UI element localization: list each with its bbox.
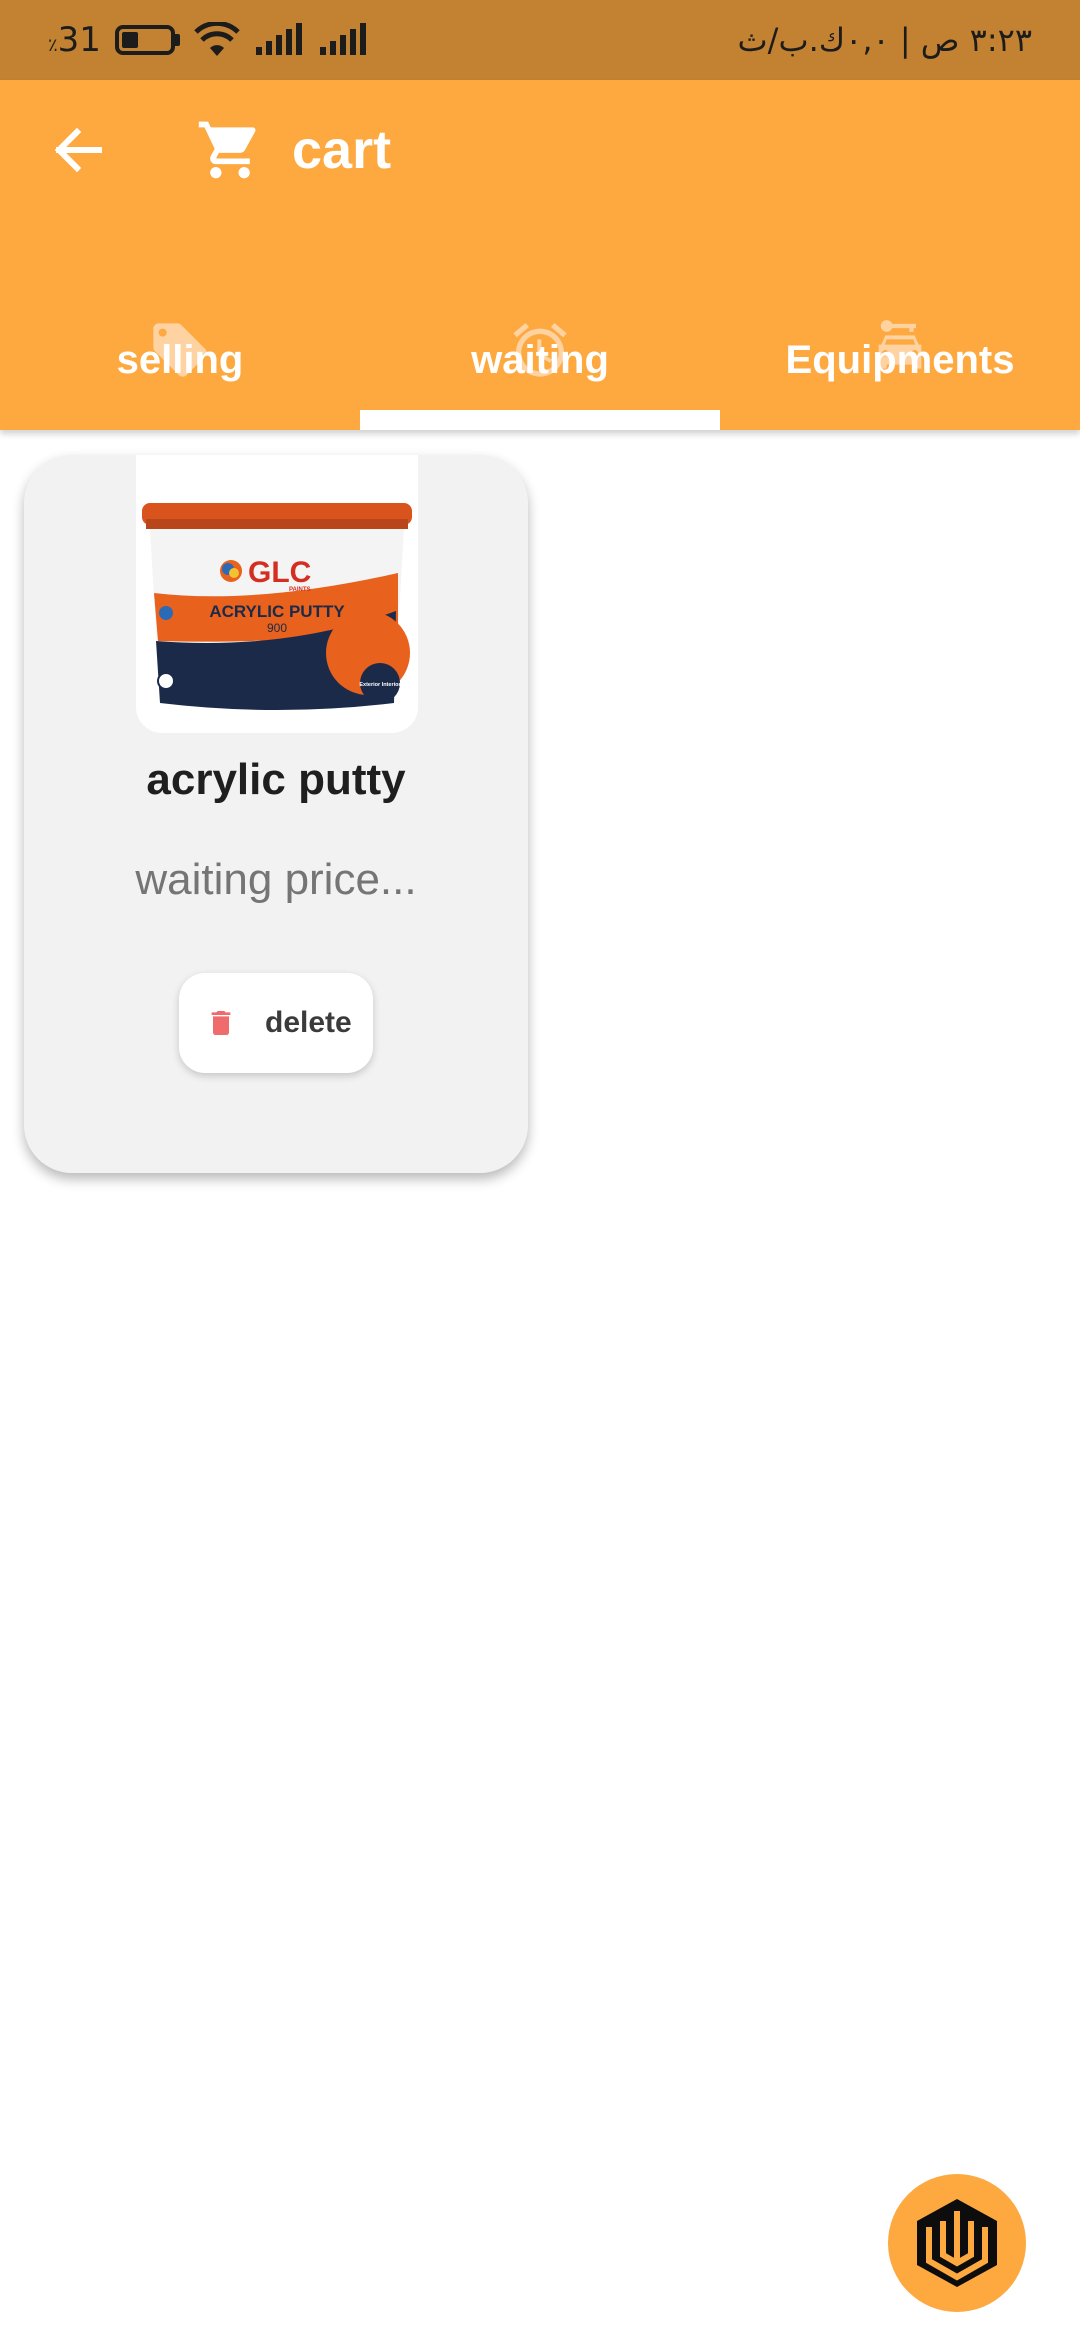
delete-label: delete (265, 1006, 352, 1039)
battery-icon (114, 25, 180, 55)
arrow-left-icon (54, 128, 102, 172)
tab-waiting-label: waiting (471, 338, 609, 382)
page-title: cart (292, 120, 392, 180)
battery-percent: ٪31 (48, 20, 101, 60)
delete-button[interactable]: delete (179, 973, 373, 1073)
cart-icon (198, 121, 256, 179)
signal-icon (255, 23, 302, 55)
status-left: ٪31 (48, 20, 368, 60)
tab-equipments[interactable]: Equipments (720, 220, 1080, 430)
status-bar: ٪31 ٣:٢٣ ص | ٠,٠ك.ب/ث (0, 0, 1080, 80)
image-code-text: 900 (267, 621, 287, 635)
tab-indicator (360, 410, 720, 430)
image-brand-text: GLC (248, 556, 311, 589)
signal-icon-2 (319, 23, 366, 55)
product-image: Exterior Interior GLC PAINTS ACRYLIC PUT… (136, 455, 418, 733)
tab-selling[interactable]: selling (0, 220, 360, 430)
tab-waiting[interactable]: waiting (360, 220, 720, 430)
brand-logo-icon (917, 2199, 997, 2287)
product-name: acrylic putty (146, 755, 406, 804)
battery-percent-unit: ٪ (48, 35, 58, 56)
tab-selling-label: selling (116, 338, 244, 382)
tab-equipments-label: Equipments (785, 338, 1015, 382)
image-product-text: ACRYLIC PUTTY (209, 602, 345, 621)
image-brand-sub-text: PAINTS (289, 587, 311, 593)
price-status: waiting price... (135, 855, 417, 904)
image-tag-text: Exterior Interior (359, 682, 401, 688)
paint-bucket-image: Exterior Interior GLC PAINTS ACRYLIC PUT… (142, 503, 412, 710)
battery-percent-value: 31 (57, 20, 101, 60)
product-card[interactable]: Exterior Interior GLC PAINTS ACRYLIC PUT… (24, 455, 528, 1173)
brand-logo-button[interactable] (888, 2174, 1026, 2312)
app-bar: cart selling waiting Equipments (0, 80, 1080, 430)
status-time: ٣:٢٣ ص | ٠,٠ك.ب/ث (737, 21, 1032, 59)
toolbar: cart (0, 80, 1080, 220)
back-button[interactable] (42, 114, 114, 186)
trash-icon (211, 1011, 231, 1035)
wifi-icon (194, 22, 240, 56)
tab-bar: selling waiting Equipments (0, 220, 1080, 430)
